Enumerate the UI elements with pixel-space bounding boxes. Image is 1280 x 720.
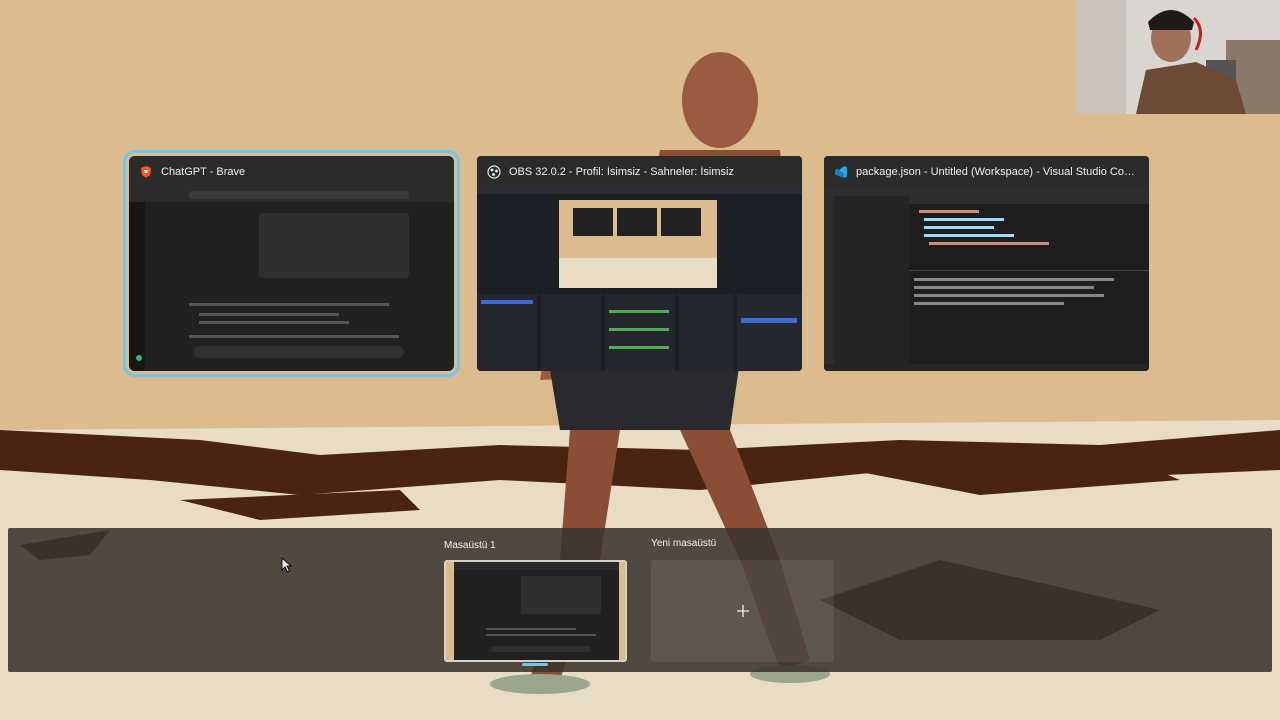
- window-title-bar: OBS 32.0.2 - Profil: İsimsiz - Sahneler:…: [477, 156, 802, 188]
- window-title: ChatGPT - Brave: [161, 166, 246, 178]
- window-preview: [824, 188, 1149, 371]
- virtual-desktops-bar: [8, 528, 1272, 672]
- obs-icon: [487, 165, 501, 179]
- task-view-screen: ChatGPT - Brave OBS 32.0.2 - Profil: İsi…: [0, 0, 1280, 720]
- brave-icon: [141, 166, 151, 178]
- new-desktop-button[interactable]: [651, 560, 834, 662]
- current-desktop-indicator: [522, 663, 548, 666]
- window-preview: [477, 188, 802, 371]
- desktop-1-thumbnail[interactable]: [444, 560, 627, 662]
- mouse-cursor-icon: [281, 557, 293, 573]
- desktop-1-label: Masaüstü 1: [444, 540, 496, 551]
- window-vscode[interactable]: package.json - Untitled (Workspace) - Vi…: [824, 156, 1149, 371]
- window-title-bar: ChatGPT - Brave: [129, 156, 454, 188]
- plus-icon: [736, 605, 749, 617]
- window-title: OBS 32.0.2 - Profil: İsimsiz - Sahneler:…: [509, 166, 734, 178]
- window-title: package.json - Untitled (Workspace) - Vi…: [856, 166, 1139, 178]
- window-obs-studio[interactable]: OBS 32.0.2 - Profil: İsimsiz - Sahneler:…: [477, 156, 802, 371]
- new-desktop-label: Yeni masaüstü: [651, 538, 717, 549]
- window-brave-chatgpt[interactable]: ChatGPT - Brave: [123, 150, 460, 377]
- vscode-icon: [835, 166, 847, 178]
- webcam-overlay: [1076, 0, 1280, 114]
- window-preview: [129, 188, 454, 371]
- window-title-bar: package.json - Untitled (Workspace) - Vi…: [824, 156, 1149, 188]
